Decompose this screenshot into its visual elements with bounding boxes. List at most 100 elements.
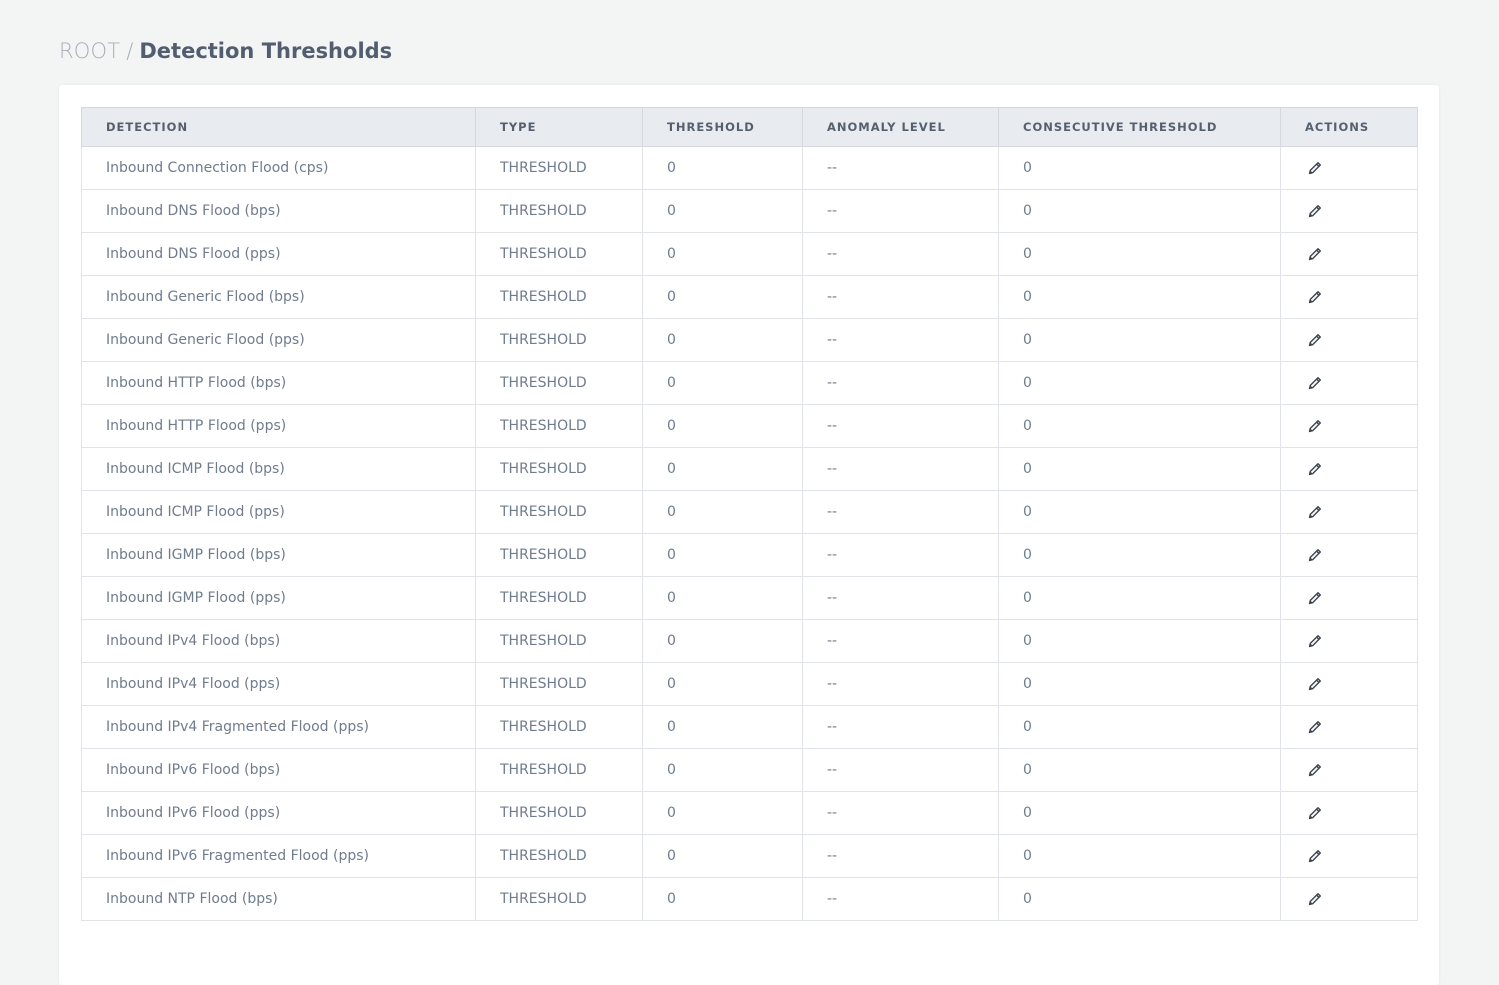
cell-detection: Inbound IPv6 Fragmented Flood (pps) [81,834,476,878]
edit-button[interactable] [1305,676,1323,692]
cell-detection: Inbound IPv4 Fragmented Flood (pps) [81,705,476,749]
cell-type: THRESHOLD [475,533,643,577]
cell-type: THRESHOLD [475,490,643,534]
cell-detection: Inbound ICMP Flood (pps) [81,490,476,534]
edit-button[interactable] [1305,891,1323,907]
page-title: Detection Thresholds [139,39,393,63]
cell-type: THRESHOLD [475,705,643,749]
edit-button[interactable] [1305,203,1323,219]
cell-threshold: 0 [642,834,803,878]
cell-detection: Inbound IGMP Flood (pps) [81,576,476,620]
table-row: Inbound IPv4 Flood (bps) THRESHOLD 0 -- 0 [81,619,1418,663]
cell-actions [1280,490,1418,534]
edit-button[interactable] [1305,160,1323,176]
cell-actions [1280,748,1418,792]
cell-consecutive-threshold: 0 [998,447,1281,491]
cell-consecutive-threshold: 0 [998,318,1281,362]
cell-consecutive-threshold: 0 [998,361,1281,405]
pencil-icon [1307,203,1323,219]
cell-type: THRESHOLD [475,576,643,620]
cell-detection: Inbound NTP Flood (bps) [81,877,476,921]
cell-actions [1280,705,1418,749]
pencil-icon [1307,891,1323,907]
cell-detection: Inbound IPv6 Flood (bps) [81,748,476,792]
cell-actions [1280,275,1418,319]
edit-button[interactable] [1305,547,1323,563]
cell-consecutive-threshold: 0 [998,705,1281,749]
cell-consecutive-threshold: 0 [998,404,1281,448]
table-row: Inbound ICMP Flood (pps) THRESHOLD 0 -- 0 [81,490,1418,534]
edit-button[interactable] [1305,289,1323,305]
cell-actions [1280,189,1418,233]
pencil-icon [1307,375,1323,391]
edit-button[interactable] [1305,719,1323,735]
cell-consecutive-threshold: 0 [998,877,1281,921]
cell-type: THRESHOLD [475,318,643,362]
thresholds-card: DETECTION TYPE THRESHOLD ANOMALY LEVEL C… [59,85,1439,985]
pencil-icon [1307,289,1323,305]
table-row: Inbound Generic Flood (pps) THRESHOLD 0 -- 0 [81,318,1418,362]
cell-anomaly-level: -- [802,404,999,448]
cell-type: THRESHOLD [475,275,643,319]
edit-button[interactable] [1305,805,1323,821]
cell-detection: Inbound DNS Flood (pps) [81,232,476,276]
pencil-icon [1307,418,1323,434]
edit-button[interactable] [1305,332,1323,348]
table-row: Inbound IGMP Flood (bps) THRESHOLD 0 -- 0 [81,533,1418,577]
cell-anomaly-level: -- [802,748,999,792]
cell-threshold: 0 [642,447,803,491]
cell-anomaly-level: -- [802,232,999,276]
cell-anomaly-level: -- [802,447,999,491]
cell-threshold: 0 [642,705,803,749]
cell-threshold: 0 [642,146,803,190]
cell-anomaly-level: -- [802,318,999,362]
pencil-icon [1307,461,1323,477]
edit-button[interactable] [1305,375,1323,391]
cell-actions [1280,447,1418,491]
table-row: Inbound IPv4 Fragmented Flood (pps) THRES… [81,705,1418,749]
cell-consecutive-threshold: 0 [998,748,1281,792]
column-header-type: TYPE [475,107,643,147]
cell-type: THRESHOLD [475,748,643,792]
detection-thresholds-table: DETECTION TYPE THRESHOLD ANOMALY LEVEL C… [81,107,1418,921]
edit-button[interactable] [1305,848,1323,864]
cell-threshold: 0 [642,232,803,276]
cell-type: THRESHOLD [475,232,643,276]
cell-anomaly-level: -- [802,705,999,749]
cell-anomaly-level: -- [802,490,999,534]
edit-button[interactable] [1305,461,1323,477]
cell-consecutive-threshold: 0 [998,146,1281,190]
breadcrumb-root[interactable]: ROOT [59,39,120,63]
cell-detection: Inbound Generic Flood (pps) [81,318,476,362]
edit-button[interactable] [1305,633,1323,649]
cell-detection: Inbound Connection Flood (cps) [81,146,476,190]
cell-anomaly-level: -- [802,146,999,190]
cell-type: THRESHOLD [475,791,643,835]
pencil-icon [1307,160,1323,176]
edit-button[interactable] [1305,246,1323,262]
cell-consecutive-threshold: 0 [998,576,1281,620]
table-row: Inbound HTTP Flood (bps) THRESHOLD 0 -- 0 [81,361,1418,405]
cell-anomaly-level: -- [802,533,999,577]
cell-detection: Inbound IGMP Flood (bps) [81,533,476,577]
table-row: Inbound IPv6 Flood (bps) THRESHOLD 0 -- 0 [81,748,1418,792]
edit-button[interactable] [1305,418,1323,434]
table-row: Inbound Generic Flood (bps) THRESHOLD 0 -- 0 [81,275,1418,319]
cell-consecutive-threshold: 0 [998,275,1281,319]
edit-button[interactable] [1305,504,1323,520]
edit-button[interactable] [1305,762,1323,778]
pencil-icon [1307,719,1323,735]
column-header-threshold: THRESHOLD [642,107,803,147]
cell-actions [1280,662,1418,706]
cell-consecutive-threshold: 0 [998,791,1281,835]
column-header-detection: DETECTION [81,107,476,147]
edit-button[interactable] [1305,590,1323,606]
column-header-anomaly-level: ANOMALY LEVEL [802,107,999,147]
cell-detection: Inbound HTTP Flood (bps) [81,361,476,405]
cell-anomaly-level: -- [802,361,999,405]
cell-anomaly-level: -- [802,877,999,921]
cell-anomaly-level: -- [802,834,999,878]
cell-detection: Inbound ICMP Flood (bps) [81,447,476,491]
cell-threshold: 0 [642,318,803,362]
cell-threshold: 0 [642,791,803,835]
